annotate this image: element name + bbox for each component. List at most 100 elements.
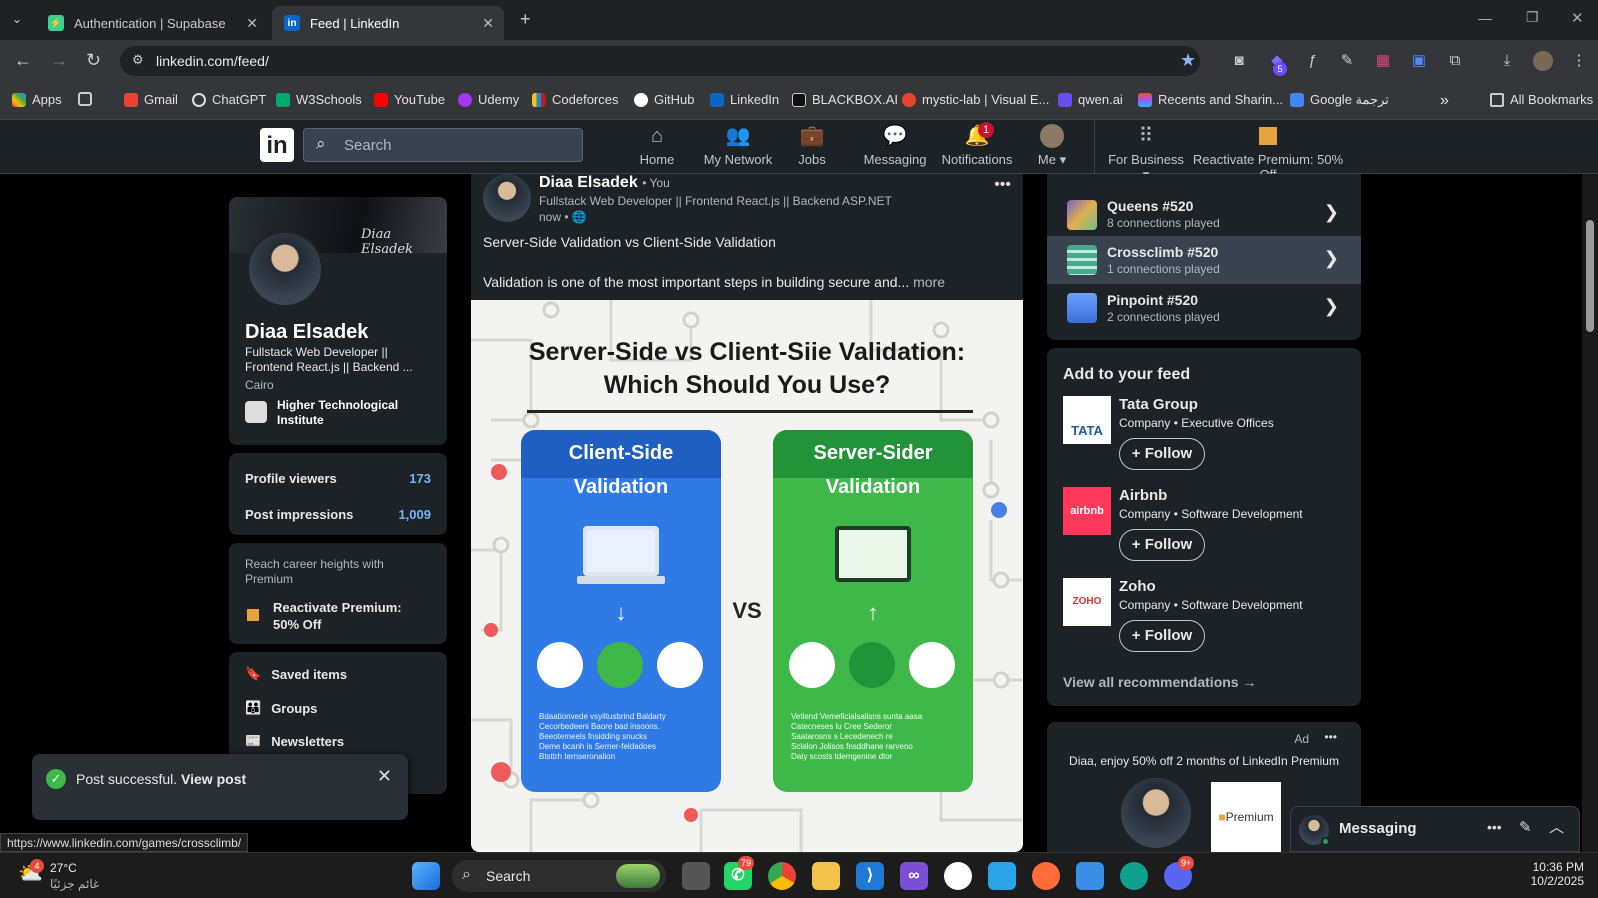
forward-icon[interactable]: → xyxy=(50,50,68,71)
more-options-icon[interactable]: ••• xyxy=(994,176,1011,194)
all-bookmarks[interactable]: All Bookmarks xyxy=(1490,92,1593,107)
groups-link[interactable]: 👪 Groups xyxy=(245,700,317,716)
close-icon[interactable]: ✕ xyxy=(246,15,258,32)
suggestion-name[interactable]: Tata Group xyxy=(1119,396,1198,413)
postman-icon[interactable] xyxy=(1032,862,1060,890)
toast-close-icon[interactable]: ✕ xyxy=(377,766,392,787)
profile-institute[interactable]: Higher Technological Institute xyxy=(277,398,427,428)
reload-icon[interactable]: ↻ xyxy=(86,50,101,71)
premium-cta[interactable]: Reactivate Premium: 50% Off xyxy=(273,599,423,633)
suggestion-name[interactable]: Zoho xyxy=(1119,578,1156,595)
linkedin-logo-icon[interactable]: in xyxy=(260,128,294,162)
messaging-bar[interactable]: Messaging ••• ✎ ︿ xyxy=(1290,806,1580,852)
post-impressions-label[interactable]: Post impressions xyxy=(245,507,353,522)
bookmark-grid[interactable] xyxy=(78,92,98,106)
bookmark-apps[interactable]: Apps xyxy=(12,92,62,107)
profile-avatar-icon[interactable] xyxy=(1533,51,1553,71)
compose-icon[interactable]: ✎ xyxy=(1519,818,1532,836)
post-image[interactable]: Server-Side vs Client-Siie Validation: W… xyxy=(471,300,1023,852)
window-close-icon[interactable]: ✕ xyxy=(1571,9,1584,27)
airbnb-logo-icon[interactable]: airbnb xyxy=(1063,487,1111,535)
menu-icon[interactable]: ⋮ xyxy=(1570,52,1588,70)
bookmark-codeforces[interactable]: Codeforces xyxy=(532,92,618,107)
bookmark-translate[interactable]: Google ترجمة xyxy=(1290,92,1389,108)
restore-icon[interactable]: ❐ xyxy=(1526,9,1539,26)
post-author-avatar[interactable] xyxy=(483,174,531,222)
bookmark-linkedin[interactable]: LinkedIn xyxy=(710,92,779,107)
bookmark-qwen[interactable]: qwen.ai xyxy=(1058,92,1123,107)
nav-notifications[interactable]: 🔔 Notifications xyxy=(940,124,1014,167)
minimize-icon[interactable]: — xyxy=(1478,10,1492,26)
ad-text[interactable]: Diaa, enjoy 50% off 2 months of LinkedIn… xyxy=(1047,754,1361,768)
saved-items-link[interactable]: 🔖 Saved items xyxy=(245,666,347,682)
game-item-pinpoint[interactable]: Pinpoint #520 2 connections played ❯ xyxy=(1047,284,1361,332)
github-desktop-icon[interactable] xyxy=(944,862,972,890)
scrollbar-thumb[interactable] xyxy=(1586,220,1594,332)
nav-home[interactable]: ⌂ Home xyxy=(632,124,682,167)
close-icon[interactable]: ✕ xyxy=(482,15,494,32)
follow-button[interactable]: + Follow xyxy=(1119,620,1205,652)
nav-me[interactable]: Me ▾ xyxy=(1032,124,1072,168)
clock[interactable]: 10:36 PM 10/2/2025 xyxy=(1531,860,1584,888)
bookmark-github[interactable]: GitHub xyxy=(634,92,694,107)
bookmark-udemy[interactable]: Udemy xyxy=(458,92,519,107)
follow-button[interactable]: + Follow xyxy=(1119,438,1205,470)
bookmarks-overflow-icon[interactable]: » xyxy=(1440,92,1449,110)
follow-button[interactable]: + Follow xyxy=(1119,529,1205,561)
eyedropper-icon[interactable]: ✎ xyxy=(1338,52,1356,70)
bookmark-figma[interactable]: Recents and Sharin... xyxy=(1138,92,1283,107)
nav-messaging[interactable]: 💬 Messaging xyxy=(862,124,928,167)
visual-studio-icon[interactable]: ∞ xyxy=(900,862,928,890)
pattern-icon[interactable]: ▦ xyxy=(1374,52,1392,70)
chevron-up-icon[interactable]: ︿ xyxy=(1549,816,1564,837)
chrome-icon[interactable] xyxy=(768,862,796,890)
game-item-crossclimb[interactable]: Crossclimb #520 1 connections played ❯ xyxy=(1047,236,1361,284)
suggestion-name[interactable]: Airbnb xyxy=(1119,487,1167,504)
nav-my-network[interactable]: 👥 My Network xyxy=(700,124,776,167)
notepad-icon[interactable] xyxy=(988,862,1016,890)
bookmark-star-icon[interactable]: ★ xyxy=(1180,50,1196,71)
download-icon[interactable]: ⤓ xyxy=(1498,52,1516,70)
page-scrollbar[interactable] xyxy=(1582,174,1598,852)
translate-icon[interactable]: ▣ xyxy=(1410,52,1428,70)
ad-more-icon[interactable]: ••• xyxy=(1324,730,1337,744)
bookmark-mystic-lab[interactable]: mystic-lab | Visual E... xyxy=(902,92,1049,107)
search-input[interactable]: ⌕ Search xyxy=(303,128,583,162)
messaging-more-icon[interactable]: ••• xyxy=(1487,819,1502,835)
profile-viewers-label[interactable]: Profile viewers xyxy=(245,471,337,486)
bookmark-youtube[interactable]: YouTube xyxy=(374,92,445,107)
omnibox[interactable]: ⚙ linkedin.com/feed/ ★ xyxy=(120,46,1200,76)
tab-search-icon[interactable]: ⌄ xyxy=(12,12,22,26)
bookmark-w3schools[interactable]: W3Schools xyxy=(276,92,362,107)
view-all-recommendations-link[interactable]: View all recommendations → xyxy=(1063,674,1256,690)
tab-supabase[interactable]: ⚡ Authentication | Supabase ✕ xyxy=(36,6,268,40)
fx-icon[interactable]: ƒ xyxy=(1303,52,1321,70)
post-author-name[interactable]: Diaa Elsadek xyxy=(539,174,638,191)
view-post-link[interactable]: View post xyxy=(181,771,246,787)
profile-name[interactable]: Diaa Elsadek xyxy=(245,321,368,344)
photos-icon[interactable] xyxy=(1076,862,1104,890)
site-info-icon[interactable]: ⚙ xyxy=(132,52,144,68)
bookmark-chatgpt[interactable]: ChatGPT xyxy=(192,92,266,107)
zoho-logo-icon[interactable]: ZOHO xyxy=(1063,578,1111,626)
new-tab-icon[interactable]: + xyxy=(520,9,531,30)
newsletters-link[interactable]: 📰 Newsletters xyxy=(245,733,344,749)
windows-start-icon[interactable] xyxy=(412,862,440,890)
vscode-icon[interactable]: ⟩ xyxy=(856,862,884,890)
tab-linkedin[interactable]: in Feed | LinkedIn ✕ xyxy=(272,6,504,40)
taskbar-search[interactable]: ⌕ Search xyxy=(452,860,666,892)
avatar[interactable] xyxy=(247,231,323,307)
nav-jobs[interactable]: 💼 Jobs xyxy=(792,124,832,167)
task-view-icon[interactable] xyxy=(682,862,710,890)
camera-icon[interactable]: ◙ xyxy=(1230,52,1248,70)
premium-card[interactable]: Reach career heights with Premium Reacti… xyxy=(229,543,447,644)
tata-logo-icon[interactable]: TATA xyxy=(1063,396,1111,444)
file-explorer-icon[interactable] xyxy=(812,862,840,890)
back-icon[interactable]: ← xyxy=(14,50,32,71)
edge-icon[interactable] xyxy=(1120,862,1148,890)
bookmark-gmail[interactable]: Gmail xyxy=(124,92,178,107)
game-item-queens[interactable]: Queens #520 8 connections played ❯ xyxy=(1047,194,1361,242)
bookmark-blackbox[interactable]: BLACKBOX.AI xyxy=(792,92,898,107)
puzzle-icon[interactable]: ⧉ xyxy=(1446,52,1464,70)
see-more-link[interactable]: more xyxy=(913,274,945,290)
